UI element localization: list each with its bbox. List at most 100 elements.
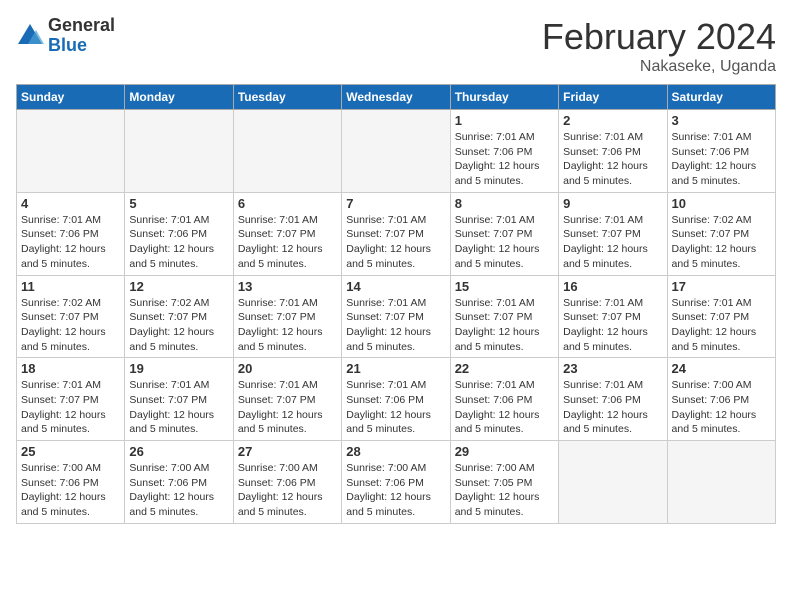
day-number: 3 [672, 113, 771, 128]
day-info: Sunrise: 7:00 AM Sunset: 7:06 PM Dayligh… [672, 378, 771, 437]
day-info: Sunrise: 7:02 AM Sunset: 7:07 PM Dayligh… [672, 213, 771, 272]
calendar-cell [667, 441, 775, 524]
day-of-week-header: Monday [125, 85, 233, 110]
day-info: Sunrise: 7:01 AM Sunset: 7:07 PM Dayligh… [238, 296, 337, 355]
day-number: 19 [129, 361, 228, 376]
day-number: 22 [455, 361, 554, 376]
calendar-cell: 1Sunrise: 7:01 AM Sunset: 7:06 PM Daylig… [450, 110, 558, 193]
calendar-cell: 23Sunrise: 7:01 AM Sunset: 7:06 PM Dayli… [559, 358, 667, 441]
day-info: Sunrise: 7:01 AM Sunset: 7:07 PM Dayligh… [21, 378, 120, 437]
calendar-cell: 22 Sunrise: 7:01 AM Sunset: 7:06 PM Dayli… [450, 358, 558, 441]
day-info: Sunrise: 7:00 AM Sunset: 7:06 PM Dayligh… [21, 461, 120, 520]
calendar-cell: 13 Sunrise: 7:01 AM Sunset: 7:07 PM Dayli… [233, 275, 341, 358]
calendar-cell: 21 Sunrise: 7:01 AM Sunset: 7:06 PM Dayli… [342, 358, 450, 441]
day-number: 4 [21, 196, 120, 211]
calendar-header-row: SundayMondayTuesdayWednesdayThursdayFrid… [17, 85, 776, 110]
calendar-week-row: 1 Sunrise: 7:01 AM Sunset: 7:06 PM Daylig… [17, 110, 776, 193]
day-number: 9 [563, 196, 662, 211]
day-of-week-header: Friday [559, 85, 667, 110]
calendar-cell: 3 Sunrise: 7:01 AM Sunset: 7:06 PM Daylig… [667, 110, 775, 193]
day-of-week-header: Thursday [450, 85, 558, 110]
day-info: Sunrise: 7:02 AM Sunset: 7:07 PM Dayligh… [129, 296, 228, 355]
day-number: 29 [455, 444, 554, 459]
day-info: Sunrise: 7:01 AM Sunset: 7:06 PM Dayligh… [563, 130, 662, 189]
day-info: Sunrise: 7:01 AM Sunset: 7:07 PM Dayligh… [563, 296, 662, 355]
day-info: Sunrise: 7:01 AM Sunset: 7:07 PM Dayligh… [672, 296, 771, 355]
calendar-cell: 5Sunrise: 7:01 AM Sunset: 7:06 PM Daylig… [125, 192, 233, 275]
day-info: Sunrise: 7:01 AM Sunset: 7:07 PM Dayligh… [129, 378, 228, 437]
day-info: Sunrise: 7:01 AM Sunset: 7:07 PM Dayligh… [238, 213, 337, 272]
day-number: 18 [21, 361, 120, 376]
logo-icon [16, 22, 44, 50]
calendar-cell: 14Sunrise: 7:01 AM Sunset: 7:07 PM Dayli… [342, 275, 450, 358]
logo-text: General Blue [48, 16, 115, 56]
calendar-cell: 25 Sunrise: 7:00 AM Sunset: 7:06 PM Dayli… [17, 441, 125, 524]
calendar-cell: 8 Sunrise: 7:01 AM Sunset: 7:07 PM Daylig… [450, 192, 558, 275]
day-number: 6 [238, 196, 337, 211]
day-info: Sunrise: 7:01 AM Sunset: 7:06 PM Dayligh… [672, 130, 771, 189]
day-number: 12 [129, 279, 228, 294]
calendar-cell: 17 Sunrise: 7:01 AM Sunset: 7:07 PM Dayli… [667, 275, 775, 358]
calendar-cell: 11 Sunrise: 7:02 AM Sunset: 7:07 PM Dayli… [17, 275, 125, 358]
day-number: 28 [346, 444, 445, 459]
day-number: 24 [672, 361, 771, 376]
calendar-cell [342, 110, 450, 193]
day-info: Sunrise: 7:01 AM Sunset: 7:06 PM Dayligh… [455, 378, 554, 437]
title-block: February 2024 Nakaseke, Uganda [542, 16, 776, 76]
day-info: Sunrise: 7:01 AM Sunset: 7:07 PM Dayligh… [346, 296, 445, 355]
location-title: Nakaseke, Uganda [542, 58, 776, 76]
calendar-cell: 28 Sunrise: 7:00 AM Sunset: 7:06 PM Dayli… [342, 441, 450, 524]
day-number: 26 [129, 444, 228, 459]
calendar-cell: 24 Sunrise: 7:00 AM Sunset: 7:06 PM Dayli… [667, 358, 775, 441]
day-number: 7 [346, 196, 445, 211]
calendar-cell: 16 Sunrise: 7:01 AM Sunset: 7:07 PM Dayli… [559, 275, 667, 358]
day-number: 17 [672, 279, 771, 294]
calendar-cell: 10 Sunrise: 7:02 AM Sunset: 7:07 PM Dayli… [667, 192, 775, 275]
day-info: Sunrise: 7:01 AM Sunset: 7:07 PM Dayligh… [563, 213, 662, 272]
calendar-cell: 15Sunrise: 7:01 AM Sunset: 7:07 PM Dayli… [450, 275, 558, 358]
calendar-cell: 9 Sunrise: 7:01 AM Sunset: 7:07 PM Daylig… [559, 192, 667, 275]
day-number: 16 [563, 279, 662, 294]
day-info: Sunrise: 7:00 AM Sunset: 7:05 PM Dayligh… [455, 461, 554, 520]
month-title: February 2024 [542, 16, 776, 58]
day-info: Sunrise: 7:01 AM Sunset: 7:07 PM Dayligh… [455, 213, 554, 272]
day-info: Sunrise: 7:01 AM Sunset: 7:06 PM Dayligh… [346, 378, 445, 437]
day-number: 21 [346, 361, 445, 376]
calendar-cell: 18 Sunrise: 7:01 AM Sunset: 7:07 PM Dayli… [17, 358, 125, 441]
calendar-cell: 20Sunrise: 7:01 AM Sunset: 7:07 PM Dayli… [233, 358, 341, 441]
day-number: 15 [455, 279, 554, 294]
day-number: 10 [672, 196, 771, 211]
calendar-cell: 29 Sunrise: 7:00 AM Sunset: 7:05 PM Dayli… [450, 441, 558, 524]
day-of-week-header: Sunday [17, 85, 125, 110]
calendar-cell: 6 Sunrise: 7:01 AM Sunset: 7:07 PM Daylig… [233, 192, 341, 275]
calendar-cell: 4 Sunrise: 7:01 AM Sunset: 7:06 PM Daylig… [17, 192, 125, 275]
logo-general: General [48, 15, 115, 35]
day-info: Sunrise: 7:01 AM Sunset: 7:06 PM Dayligh… [21, 213, 120, 272]
day-of-week-header: Tuesday [233, 85, 341, 110]
calendar-cell [17, 110, 125, 193]
calendar-cell: 19 Sunrise: 7:01 AM Sunset: 7:07 PM Dayli… [125, 358, 233, 441]
day-info: Sunrise: 7:00 AM Sunset: 7:06 PM Dayligh… [129, 461, 228, 520]
day-number: 20 [238, 361, 337, 376]
day-info: Sunrise: 7:01 AM Sunset: 7:06 PM Dayligh… [129, 213, 228, 272]
logo: General Blue [16, 16, 115, 56]
day-of-week-header: Wednesday [342, 85, 450, 110]
calendar-cell [559, 441, 667, 524]
calendar-cell [233, 110, 341, 193]
day-number: 1 [455, 113, 554, 128]
day-number: 25 [21, 444, 120, 459]
day-number: 13 [238, 279, 337, 294]
day-number: 8 [455, 196, 554, 211]
calendar-cell: 27Sunrise: 7:00 AM Sunset: 7:06 PM Dayli… [233, 441, 341, 524]
calendar-week-row: 11 Sunrise: 7:02 AM Sunset: 7:07 PM Dayli… [17, 275, 776, 358]
calendar-week-row: 18 Sunrise: 7:01 AM Sunset: 7:07 PM Dayli… [17, 358, 776, 441]
calendar-cell: 2Sunrise: 7:01 AM Sunset: 7:06 PM Daylig… [559, 110, 667, 193]
day-info: Sunrise: 7:00 AM Sunset: 7:06 PM Dayligh… [346, 461, 445, 520]
day-info: Sunrise: 7:02 AM Sunset: 7:07 PM Dayligh… [21, 296, 120, 355]
day-number: 11 [21, 279, 120, 294]
day-number: 23 [563, 361, 662, 376]
logo-blue: Blue [48, 35, 87, 55]
calendar-cell [125, 110, 233, 193]
calendar-table: SundayMondayTuesdayWednesdayThursdayFrid… [16, 84, 776, 524]
calendar-cell: 7Sunrise: 7:01 AM Sunset: 7:07 PM Daylig… [342, 192, 450, 275]
